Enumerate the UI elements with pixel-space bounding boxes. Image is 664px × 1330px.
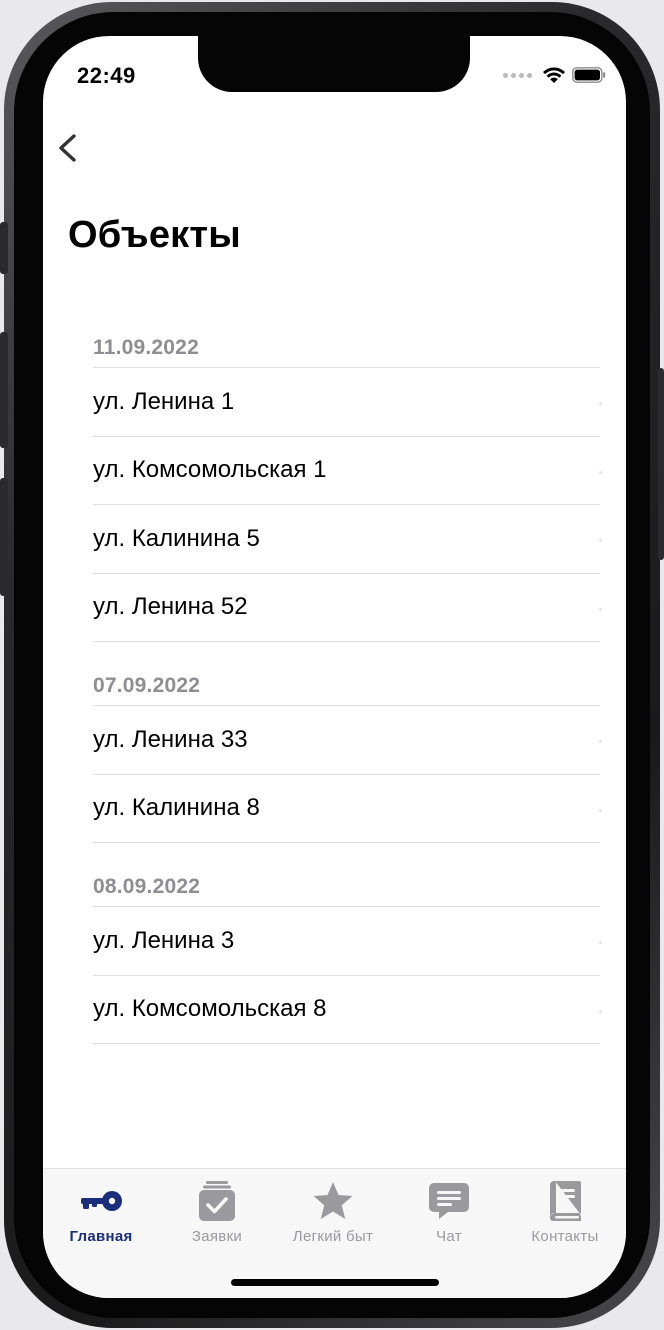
list-item[interactable]: ул. Калинина 5	[93, 505, 602, 574]
tab-label: Заявки	[191, 1228, 243, 1245]
list-item[interactable]: ул. Ленина 3	[93, 907, 602, 976]
list-item[interactable]: ул. Ленина 1	[93, 368, 602, 437]
list-item[interactable]: ул. Ленина 33	[93, 706, 602, 775]
tab-home[interactable]: Главная	[43, 1175, 159, 1255]
section-date-header: 11.09.2022	[93, 332, 600, 368]
tab-chat[interactable]: Чат	[391, 1175, 507, 1255]
cellular-signal-icon	[503, 72, 532, 78]
battery-icon	[572, 67, 606, 83]
volume-down-button	[0, 478, 8, 596]
star-icon	[313, 1182, 353, 1219]
wifi-icon	[543, 67, 565, 83]
section-date-header: 08.09.2022	[93, 871, 600, 907]
tab-label: Чат	[436, 1228, 462, 1245]
tab-requests[interactable]: Заявки	[159, 1175, 275, 1255]
tab-label: Главная	[69, 1228, 133, 1245]
home-indicator	[231, 1279, 439, 1286]
list-section: 08.09.2022 ул. Ленина 3 ул. Комсомольска…	[93, 871, 602, 1044]
tab-easy-life[interactable]: Легкий быт	[275, 1175, 391, 1255]
status-indicators	[503, 66, 606, 84]
list-section: 11.09.2022 ул. Ленина 1 ул. Комсомольска…	[93, 332, 602, 642]
tab-label: Легкий быт	[292, 1228, 374, 1245]
tab-bar: Главная Заявки Легкий быт Чат Контакты	[43, 1168, 626, 1298]
status-time: 22:49	[77, 63, 136, 88]
mute-switch	[0, 222, 8, 274]
checklist-icon	[199, 1181, 235, 1221]
key-icon	[81, 1191, 122, 1211]
page-title: Объекты	[68, 214, 241, 256]
section-date-header: 07.09.2022	[93, 670, 600, 706]
list-item[interactable]: ул. Ленина 52	[93, 574, 602, 642]
tab-contacts[interactable]: Контакты	[507, 1175, 623, 1255]
chevron-left-icon	[59, 134, 76, 162]
tab-label: Контакты	[531, 1228, 599, 1245]
list-section: 07.09.2022 ул. Ленина 33 ул. Калинина 8	[93, 670, 602, 843]
list-item[interactable]: ул. Калинина 8	[93, 775, 602, 843]
notch	[198, 36, 470, 92]
chat-bubble-icon	[429, 1183, 469, 1219]
contacts-book-icon	[550, 1181, 581, 1221]
list-item[interactable]: ул. Комсомольская 1	[93, 437, 602, 505]
objects-list: 11.09.2022 ул. Ленина 1 ул. Комсомольска…	[93, 332, 602, 1072]
list-item[interactable]: ул. Комсомольская 8	[93, 976, 602, 1044]
app-screen: 22:49 Объекты 11.09.2022 ул. Ленина 1 ул…	[43, 36, 626, 1298]
power-button	[658, 368, 664, 560]
back-button[interactable]	[53, 128, 83, 168]
volume-up-button	[0, 332, 8, 448]
